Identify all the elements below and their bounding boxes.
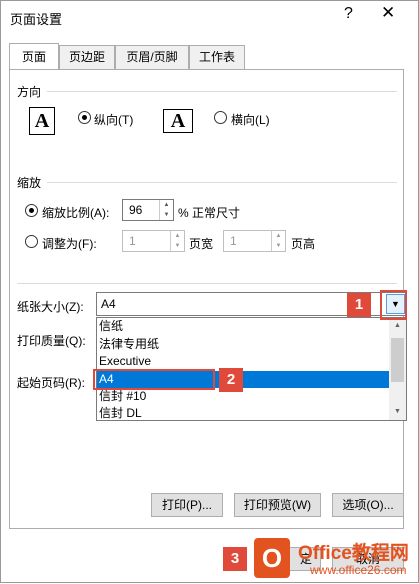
orientation-divider — [47, 91, 397, 92]
tab-sheet[interactable]: 工作表 — [189, 45, 245, 69]
office-logo-icon: O — [254, 538, 290, 578]
fit-wide-suffix: 页宽 — [189, 237, 214, 251]
page-setup-dialog: 页面设置 ? ✕ 页面 页边距 页眉/页脚 工作表 方向 A 纵向(T) A 横… — [0, 0, 419, 583]
list-item[interactable]: Executive — [97, 353, 389, 370]
scaling-group-label: 缩放 — [17, 176, 42, 190]
paper-divider — [17, 283, 397, 284]
portrait-label[interactable]: 纵向(T) — [94, 111, 133, 128]
paper-size-value: A4 — [101, 297, 116, 311]
print-preview-button[interactable]: 打印预览(W) — [234, 493, 321, 517]
list-item[interactable]: 信纸 — [97, 318, 389, 335]
dialog-title: 页面设置 — [10, 12, 63, 27]
callout-highlight-a4 — [93, 369, 215, 390]
scaling-divider — [47, 182, 397, 183]
fit-tall-spin-buttons[interactable]: ▲ ▼ — [271, 231, 285, 251]
scale-percent-value: 96 — [129, 203, 143, 217]
tab-margins[interactable]: 页边距 — [59, 45, 115, 69]
scale-percent-suffix: % 正常尺寸 — [178, 206, 241, 220]
scroll-up-icon[interactable]: ▲ — [389, 318, 406, 334]
portrait-radio[interactable] — [78, 111, 91, 124]
list-item[interactable]: 信封 DL — [97, 405, 389, 420]
print-quality-label: 打印质量(Q): — [17, 334, 86, 348]
callout-badge-1: 1 — [347, 293, 371, 317]
list-item[interactable]: 法律专用纸 — [97, 336, 389, 353]
scroll-thumb[interactable] — [391, 338, 404, 382]
landscape-icon: A — [163, 109, 193, 133]
paper-size-label: 纸张大小(Z): — [17, 300, 84, 314]
orientation-group-label: 方向 — [17, 85, 42, 99]
watermark: O Office教程网 www.office26.com — [248, 534, 419, 584]
landscape-label[interactable]: 横向(L) — [231, 111, 270, 128]
tab-page[interactable]: 页面 — [9, 43, 59, 69]
fit-wide-value: 1 — [129, 234, 136, 248]
close-button[interactable]: ✕ — [381, 3, 395, 23]
list-item[interactable]: 信封 #10 — [97, 388, 389, 405]
print-button[interactable]: 打印(P)... — [151, 493, 223, 517]
landscape-radio[interactable] — [214, 111, 227, 124]
fit-tall-suffix: 页高 — [291, 237, 316, 251]
adjust-to-radio[interactable] — [25, 204, 38, 217]
callout-badge-2: 2 — [219, 368, 243, 392]
title-bar: 页面设置 ? ✕ — [1, 1, 418, 31]
fit-to-label[interactable]: 调整为(F): — [42, 235, 97, 252]
list-scrollbar[interactable]: ▲ ▼ — [389, 318, 406, 420]
fit-wide-spinner[interactable]: 1 ▲ ▼ — [122, 230, 185, 252]
fit-to-radio[interactable] — [25, 235, 38, 248]
portrait-icon: A — [29, 107, 55, 135]
fit-tall-spinner[interactable]: 1 ▲ ▼ — [223, 230, 286, 252]
callout-badge-3: 3 — [223, 547, 247, 571]
scale-spin-buttons[interactable]: ▲ ▼ — [159, 200, 173, 220]
callout-highlight-dropdown — [380, 290, 407, 320]
first-page-number-label: 起始页码(R): — [17, 376, 85, 390]
help-button[interactable]: ? — [344, 5, 353, 23]
adjust-to-label[interactable]: 缩放比例(A): — [42, 204, 109, 221]
watermark-title: Office教程网 — [298, 543, 409, 564]
fit-tall-value: 1 — [230, 234, 237, 248]
fit-wide-spin-buttons[interactable]: ▲ ▼ — [170, 231, 184, 251]
options-button[interactable]: 选项(O)... — [332, 493, 404, 517]
tab-header-footer[interactable]: 页眉/页脚 — [115, 45, 189, 69]
scroll-down-icon[interactable]: ▼ — [389, 404, 406, 420]
scale-percent-spinner[interactable]: 96 ▲ ▼ — [122, 199, 174, 221]
watermark-url: www.office26.com — [310, 563, 407, 577]
